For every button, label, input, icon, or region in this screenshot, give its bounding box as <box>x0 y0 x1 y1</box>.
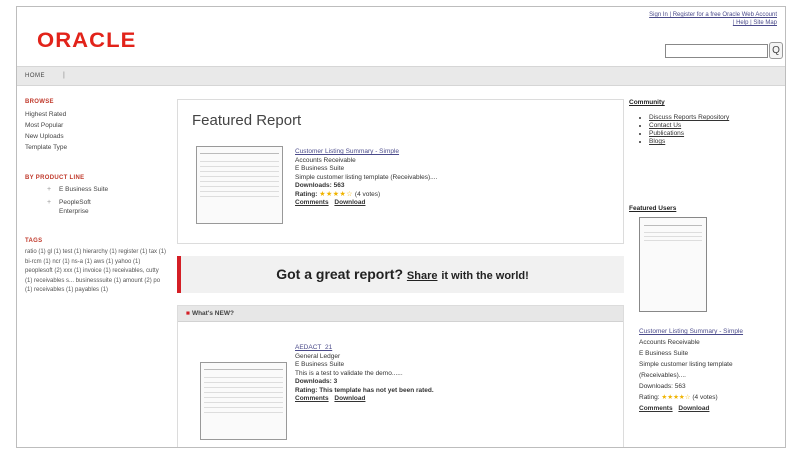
banner-lead: Got a great report? <box>276 266 404 282</box>
banner-text: Got a great report? Share it with the wo… <box>181 266 624 282</box>
report-downloads: Downloads: 563 <box>295 182 345 189</box>
report-product: E Business Suite <box>295 361 345 368</box>
download-link[interactable]: Download <box>334 395 365 402</box>
report-rating: Rating: ★★★★☆ (4 votes) <box>639 392 779 403</box>
report-category: General Ledger <box>295 352 341 360</box>
star-rating-icon[interactable]: ★★★★☆ <box>661 394 690 401</box>
report-links: Comments Download <box>639 403 779 414</box>
report-title-link[interactable]: AEDACT_21 <box>295 344 615 353</box>
new-report-info: AEDACT_21 General Ledger E Business Suit… <box>295 344 615 404</box>
community-link[interactable]: Discuss Reports Repository <box>649 114 779 122</box>
featured-report-panel: Featured Report Customer Listing Summary… <box>177 99 624 244</box>
report-thumbnail[interactable] <box>196 146 283 224</box>
featured-report-title: Featured Report <box>192 112 302 129</box>
search-icon: Q <box>772 45 780 56</box>
tags-heading: TAGS <box>25 238 43 244</box>
nav-separator: | <box>63 72 65 79</box>
expand-icon[interactable]: + <box>47 185 51 194</box>
download-link[interactable]: Download <box>678 405 709 412</box>
expand-icon[interactable]: + <box>47 198 51 207</box>
report-category: Accounts Receivable <box>295 156 356 164</box>
report-rating: Rating: This template has not yet been r… <box>295 386 434 394</box>
tag-cloud[interactable]: ratio (1) gl (1) test (1) hierarchy (1) … <box>25 248 167 296</box>
report-product: E Business Suite <box>639 350 689 357</box>
report-downloads: Downloads: 563 <box>639 383 686 390</box>
product-label: PeopleSoft Enterprise <box>59 199 91 215</box>
page-frame: ORACLE Sign In | Register for a free Ora… <box>16 6 786 448</box>
right-sidebar: Community Discuss Reports Repository Con… <box>629 99 779 412</box>
community-link[interactable]: Publications <box>649 130 779 138</box>
browse-most-popular[interactable]: Most Popular <box>25 120 170 131</box>
star-rating-icon[interactable]: ★★★★☆ <box>319 191 353 198</box>
report-links: Comments Download <box>295 395 615 404</box>
browse-heading: BROWSE <box>25 99 54 105</box>
whats-new-header: ■ What's NEW? <box>178 306 623 322</box>
browse-new-uploads[interactable]: New Uploads <box>25 131 170 142</box>
rating-votes: (4 votes) <box>692 394 718 401</box>
product-item-peoplesoft[interactable]: + PeopleSoft Enterprise <box>25 198 115 216</box>
left-sidebar: BROWSE Highest Rated Most Popular New Up… <box>25 99 170 296</box>
report-product: E Business Suite <box>295 165 345 172</box>
rating-label: Rating: <box>295 190 318 198</box>
community-heading[interactable]: Community <box>629 99 779 106</box>
report-category: Accounts Receivable <box>639 339 700 346</box>
top-links: Sign In | Register for a free Oracle Web… <box>577 11 777 27</box>
report-rating: Rating: ★★★★☆ (4 votes) <box>295 191 615 200</box>
rating-label: Rating: <box>639 394 660 401</box>
whats-new-panel: ■ What's NEW? AEDACT_21 General Ledger E … <box>177 305 624 447</box>
sign-in-register-link[interactable]: Sign In | Register for a free Oracle Web… <box>649 12 777 18</box>
nav-bar: HOME | <box>17 66 785 86</box>
product-label: E Business Suite <box>59 186 109 193</box>
search-input[interactable] <box>665 44 768 58</box>
report-description: This is a test to validate the demo.....… <box>295 369 403 377</box>
product-line-heading: BY PRODUCT LINE <box>25 175 85 181</box>
nav-home-link[interactable]: HOME <box>25 73 45 79</box>
comments-link[interactable]: Comments <box>639 405 673 412</box>
browse-template-type[interactable]: Template Type <box>25 142 170 153</box>
report-description: Simple customer listing template (Receiv… <box>639 361 733 379</box>
share-banner: Got a great report? Share it with the wo… <box>177 256 624 293</box>
search-button[interactable]: Q <box>769 42 783 59</box>
report-title-link[interactable]: Customer Listing Summary - Simple <box>639 326 779 337</box>
report-links: Comments Download <box>295 199 615 208</box>
report-downloads: Downloads: 3 <box>295 378 338 385</box>
featured-user-thumbnail[interactable] <box>639 217 707 312</box>
featured-user-report-info: Customer Listing Summary - Simple Accoun… <box>639 326 779 414</box>
rating-votes: (4 votes) <box>354 190 381 198</box>
community-links: Discuss Reports Repository Contact Us Pu… <box>649 114 779 146</box>
featured-report-info: Customer Listing Summary - Simple Accoun… <box>295 148 615 208</box>
banner-rest: it with the world! <box>441 270 529 282</box>
featured-users-heading[interactable]: Featured Users <box>629 205 676 212</box>
report-description: Simple customer listing template (Receiv… <box>295 173 438 181</box>
comments-link[interactable]: Comments <box>295 199 329 206</box>
share-link[interactable]: Share <box>407 270 438 282</box>
report-thumbnail[interactable] <box>200 362 287 440</box>
community-link[interactable]: Blogs <box>649 138 779 146</box>
comments-link[interactable]: Comments <box>295 395 329 402</box>
section-marker-icon: ■ <box>186 310 190 317</box>
download-link[interactable]: Download <box>334 199 365 206</box>
product-item-ebs[interactable]: + E Business Suite <box>25 185 170 194</box>
whats-new-title: What's NEW? <box>191 310 234 317</box>
help-sitemap-link[interactable]: | Help | Site Map <box>733 20 777 26</box>
community-link[interactable]: Contact Us <box>649 122 779 130</box>
report-title-link[interactable]: Customer Listing Summary - Simple <box>295 148 615 157</box>
browse-highest-rated[interactable]: Highest Rated <box>25 109 170 120</box>
oracle-logo[interactable]: ORACLE <box>37 29 136 53</box>
